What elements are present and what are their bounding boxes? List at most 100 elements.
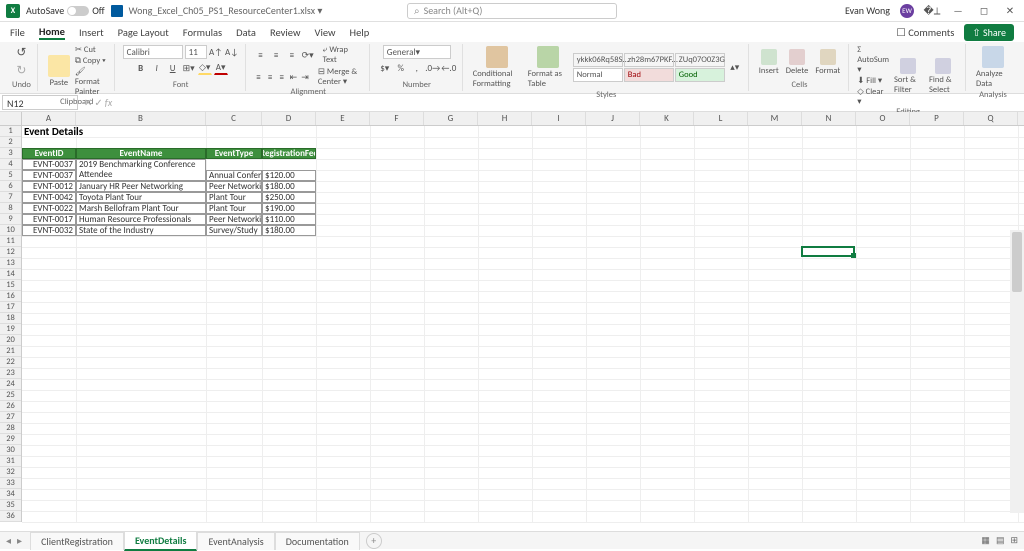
sort-filter-button[interactable]: Sort & Filter xyxy=(892,57,924,96)
tab-view[interactable]: View xyxy=(314,26,335,39)
row-header[interactable]: 9 xyxy=(0,214,21,225)
style-custom3[interactable]: ZUq07O0Z3G xyxy=(675,53,725,67)
insert-cells-button[interactable]: Insert xyxy=(757,48,781,77)
style-normal[interactable]: Normal xyxy=(573,68,623,82)
style-good[interactable]: Good xyxy=(675,68,725,82)
align-top-icon[interactable]: ≡ xyxy=(254,48,268,62)
vertical-scrollbar[interactable] xyxy=(1010,230,1024,513)
row-header[interactable]: 26 xyxy=(0,401,21,412)
row-header[interactable]: 33 xyxy=(0,478,21,489)
table-cell[interactable]: Annual Conference xyxy=(206,170,262,181)
row-header[interactable]: 5 xyxy=(0,170,21,181)
tab-review[interactable]: Review xyxy=(270,26,301,39)
table-cell[interactable]: Plant Tour xyxy=(206,192,262,203)
autosum-button[interactable]: Σ AutoSum ▾ xyxy=(857,45,889,75)
fill-button[interactable]: ⬇ Fill ▾ xyxy=(857,76,889,86)
table-cell[interactable]: $180.00 xyxy=(262,181,316,192)
search-input[interactable]: ⌕ Search (Alt+Q) xyxy=(407,3,617,19)
table-cell[interactable]: $120.00 xyxy=(262,170,316,181)
clear-button[interactable]: ◇ Clear ▾ xyxy=(857,87,889,107)
fill-color-button[interactable]: ◇▾ xyxy=(198,61,212,75)
column-header[interactable]: G xyxy=(424,112,478,125)
view-break-icon[interactable]: ⊞ xyxy=(1010,535,1018,546)
row-header[interactable]: 7 xyxy=(0,192,21,203)
spreadsheet-grid[interactable]: ABCDEFGHIJKLMNOPQ 1234567891011121314151… xyxy=(0,112,1024,531)
fx-icon[interactable]: fx xyxy=(105,96,112,109)
row-header[interactable]: 15 xyxy=(0,280,21,291)
format-table-button[interactable]: Format as Table xyxy=(526,45,570,90)
column-header[interactable]: K xyxy=(640,112,694,125)
table-header[interactable]: EventID xyxy=(22,148,76,159)
sheet-nav-next-icon[interactable]: ▸ xyxy=(17,534,22,547)
share-button[interactable]: ⇧ Share xyxy=(964,24,1014,41)
column-header[interactable]: L xyxy=(694,112,748,125)
row-header[interactable]: 22 xyxy=(0,357,21,368)
row-header[interactable]: 13 xyxy=(0,258,21,269)
column-header[interactable]: N xyxy=(802,112,856,125)
sheet-title[interactable]: Event Details xyxy=(22,126,222,137)
tab-pagelayout[interactable]: Page Layout xyxy=(118,26,169,39)
row-header[interactable]: 24 xyxy=(0,379,21,390)
column-header[interactable]: D xyxy=(262,112,316,125)
style-custom1[interactable]: ykkk06Rq58S... xyxy=(573,53,623,67)
copy-button[interactable]: ⧉ Copy ▾ xyxy=(75,56,108,66)
table-header[interactable]: EventType xyxy=(206,148,262,159)
column-header[interactable]: P xyxy=(910,112,964,125)
user-name[interactable]: Evan Wong xyxy=(845,4,890,17)
row-header[interactable]: 29 xyxy=(0,434,21,445)
row-header[interactable]: 16 xyxy=(0,291,21,302)
indent-inc-icon[interactable]: ⇥ xyxy=(300,70,310,84)
column-header[interactable]: A xyxy=(22,112,76,125)
table-cell[interactable]: Peer Networking xyxy=(206,214,262,225)
table-cell[interactable]: EVNT-0037 xyxy=(22,159,76,170)
table-cell[interactable]: EVNT-0042 xyxy=(22,192,76,203)
align-right-icon[interactable]: ≡ xyxy=(277,70,287,84)
row-header[interactable]: 32 xyxy=(0,467,21,478)
column-header[interactable]: H xyxy=(478,112,532,125)
table-cell[interactable]: Survey/Study xyxy=(206,225,262,236)
row-header[interactable]: 36 xyxy=(0,511,21,522)
redo-icon[interactable]: ↻ xyxy=(16,63,26,78)
row-header[interactable]: 28 xyxy=(0,423,21,434)
currency-icon[interactable]: $▾ xyxy=(378,61,392,75)
font-size-select[interactable]: 11 xyxy=(185,45,207,59)
table-cell[interactable]: EVNT-0022 xyxy=(22,203,76,214)
row-header[interactable]: 35 xyxy=(0,500,21,511)
row-header[interactable]: 3 xyxy=(0,148,21,159)
table-cell[interactable]: EVNT-0012 xyxy=(22,181,76,192)
table-cell[interactable]: $180.00 xyxy=(262,225,316,236)
row-header[interactable]: 18 xyxy=(0,313,21,324)
align-left-icon[interactable]: ≡ xyxy=(254,70,264,84)
row-header[interactable]: 8 xyxy=(0,203,21,214)
conditional-formatting-button[interactable]: Conditional Formatting xyxy=(471,45,523,90)
table-cell[interactable]: $250.00 xyxy=(262,192,316,203)
row-header[interactable]: 25 xyxy=(0,390,21,401)
minimize-icon[interactable]: — xyxy=(950,3,966,19)
row-header[interactable]: 27 xyxy=(0,412,21,423)
style-custom2[interactable]: zh28m67PKF... xyxy=(624,53,674,67)
file-name[interactable]: Wong_Excel_Ch05_PS1_ResourceCenter1.xlsx… xyxy=(129,4,323,17)
view-normal-icon[interactable]: ▦ xyxy=(981,535,990,546)
format-cells-button[interactable]: Format xyxy=(813,48,842,77)
tab-home[interactable]: Home xyxy=(39,25,65,40)
merge-center-button[interactable]: ⊟ Merge & Center ▾ xyxy=(318,67,363,87)
sheet-tab-clientregistration[interactable]: ClientRegistration xyxy=(30,532,124,550)
row-header[interactable]: 23 xyxy=(0,368,21,379)
find-select-button[interactable]: Find & Select xyxy=(927,57,959,96)
toggle-off-icon[interactable] xyxy=(67,6,89,16)
row-header[interactable]: 31 xyxy=(0,456,21,467)
increase-font-icon[interactable]: A↑ xyxy=(209,45,223,59)
row-header[interactable]: 30 xyxy=(0,445,21,456)
sheet-tab-eventdetails[interactable]: EventDetails xyxy=(124,531,198,551)
align-middle-icon[interactable]: ≡ xyxy=(269,48,283,62)
close-icon[interactable]: ✕ xyxy=(1002,3,1018,19)
indent-dec-icon[interactable]: ⇤ xyxy=(289,70,299,84)
table-cell[interactable]: Peer Networking xyxy=(206,181,262,192)
comments-button[interactable]: ☐ Comments xyxy=(896,26,954,39)
italic-button[interactable]: I xyxy=(150,61,164,75)
tab-help[interactable]: Help xyxy=(350,26,370,39)
dec-decimal-icon[interactable]: ←.0 xyxy=(442,61,456,75)
cut-button[interactable]: ✂ Cut xyxy=(75,45,108,55)
ribbon-mode-icon[interactable]: �⟂ xyxy=(924,3,940,19)
border-button[interactable]: ⊞▾ xyxy=(182,61,196,75)
